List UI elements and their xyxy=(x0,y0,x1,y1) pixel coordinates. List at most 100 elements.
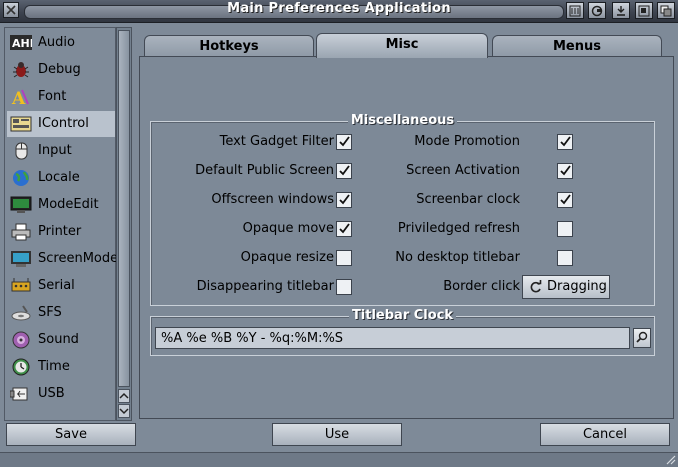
serial-icon xyxy=(11,278,31,292)
disk-icon xyxy=(11,305,31,321)
sidebar-item-time[interactable]: Time xyxy=(7,354,115,380)
clock-format-popup-button[interactable] xyxy=(633,328,651,348)
option-label: Opaque move xyxy=(242,221,334,236)
preferences-list[interactable]: AHI Audio Debug A Font IControl Input Lo… xyxy=(4,27,119,421)
option-label: Opaque resize xyxy=(240,250,334,265)
option-label: No desktop titlebar xyxy=(395,250,520,265)
checkbox-opaque-resize[interactable] xyxy=(336,250,352,266)
sidebar-item-label: Audio xyxy=(38,35,75,50)
tab-misc[interactable]: Misc xyxy=(316,33,488,58)
sidebar-item-label: ScreenMode xyxy=(38,251,119,266)
snapshot-icon xyxy=(591,5,603,17)
checkbox-offscreen-windows[interactable] xyxy=(336,192,352,208)
monitor-icon xyxy=(10,196,32,213)
sidebar-item-label: Input xyxy=(38,143,72,158)
cycle-icon xyxy=(530,280,542,293)
arrow-down-icon xyxy=(119,408,129,415)
clock-icon xyxy=(12,358,30,376)
sidebar-scrollbar[interactable] xyxy=(116,27,132,421)
checkbox-disappearing-titlebar[interactable] xyxy=(336,279,352,295)
arrow-up-icon xyxy=(119,392,129,399)
titlebar-clock-group-title: Titlebar Clock xyxy=(348,308,457,323)
sidebar-item-font[interactable]: A Font xyxy=(7,84,115,110)
sidebar-item-input[interactable]: Input xyxy=(7,138,115,164)
sidebar-item-label: Sound xyxy=(38,332,79,347)
cancel-button[interactable]: Cancel xyxy=(540,423,670,446)
save-button[interactable]: Save xyxy=(6,423,136,446)
sidebar-item-locale[interactable]: Locale xyxy=(7,165,115,191)
checkbox-text-gadget-filter[interactable] xyxy=(336,134,352,150)
screen-icon xyxy=(11,251,31,267)
printer-icon xyxy=(11,223,31,241)
icontrol-icon xyxy=(10,116,32,132)
resize-grip-icon[interactable] xyxy=(665,454,676,465)
checkbox-mode-promotion[interactable] xyxy=(557,134,573,150)
speaker-icon xyxy=(12,331,30,349)
sidebar-item-icontrol[interactable]: IControl xyxy=(7,111,115,137)
use-button[interactable]: Use xyxy=(272,423,402,446)
checkbox-opaque-move[interactable] xyxy=(336,221,352,237)
snapshot-button[interactable] xyxy=(588,2,606,19)
option-label: Screen Activation xyxy=(406,163,520,178)
clock-format-input[interactable]: %A %e %B %Y - %q:%M:%S xyxy=(155,327,630,349)
iconify-icon xyxy=(617,6,625,16)
check-icon xyxy=(339,165,350,176)
scrollbar-knob[interactable] xyxy=(118,30,130,387)
option-label: Disappearing titlebar xyxy=(196,279,334,294)
jump-icon xyxy=(569,5,581,17)
mouse-icon xyxy=(15,142,28,160)
border-click-value: Dragging xyxy=(547,279,607,294)
zoom-icon xyxy=(638,5,650,17)
sidebar-item-label: Debug xyxy=(38,62,81,77)
option-label: Screenbar clock xyxy=(416,192,520,207)
sidebar-item-label: Locale xyxy=(38,170,80,185)
check-icon xyxy=(560,194,571,205)
border-click-cycle-button[interactable]: Dragging xyxy=(522,275,610,299)
sidebar-item-label: IControl xyxy=(38,116,89,131)
window-titlebar[interactable]: Main Preferences Application xyxy=(0,0,678,23)
option-label: Text Gadget Filter xyxy=(219,134,334,149)
checkbox-priviledged-refresh[interactable] xyxy=(557,221,573,237)
checkbox-screenbar-clock[interactable] xyxy=(557,192,573,208)
sidebar-item-serial[interactable]: Serial xyxy=(7,273,115,299)
sidebar-item-label: Font xyxy=(38,89,67,104)
checkbox-default-public-screen[interactable] xyxy=(336,163,352,179)
sidebar-item-label: ModeEdit xyxy=(38,197,99,212)
checkbox-no-desktop-titlebar[interactable] xyxy=(557,250,573,266)
font-icon: A xyxy=(11,89,29,106)
option-label: Mode Promotion xyxy=(414,134,520,149)
usb-icon xyxy=(10,387,28,401)
magnifier-icon xyxy=(636,331,648,343)
depth-button[interactable] xyxy=(657,2,675,19)
sidebar-item-label: SFS xyxy=(38,305,62,320)
option-label: Default Public Screen xyxy=(195,163,334,178)
tab-hotkeys[interactable]: Hotkeys xyxy=(144,35,314,57)
tab-menus[interactable]: Menus xyxy=(492,35,662,57)
scroll-down-button[interactable] xyxy=(118,404,130,418)
check-icon xyxy=(339,136,350,147)
window-bottom-border xyxy=(0,452,678,467)
scroll-up-button[interactable] xyxy=(118,389,130,403)
sidebar-item-label: Printer xyxy=(38,224,82,239)
sidebar-item-printer[interactable]: Printer xyxy=(7,219,115,245)
jump-screen-button[interactable] xyxy=(566,2,584,19)
checkbox-screen-activation[interactable] xyxy=(557,163,573,179)
sidebar-item-sound[interactable]: Sound xyxy=(7,327,115,353)
iconify-button[interactable] xyxy=(612,2,630,19)
zoom-button[interactable] xyxy=(635,2,653,19)
globe-icon xyxy=(13,170,29,186)
sidebar-item-modeedit[interactable]: ModeEdit xyxy=(7,192,115,218)
sidebar-item-debug[interactable]: Debug xyxy=(7,57,115,83)
depth-icon xyxy=(660,5,672,17)
check-icon xyxy=(560,136,571,147)
ahi-icon: AHI xyxy=(10,35,32,50)
check-icon xyxy=(339,223,350,234)
check-icon xyxy=(339,194,350,205)
sidebar-item-audio[interactable]: AHI Audio xyxy=(7,30,115,56)
sidebar-item-sfs[interactable]: SFS xyxy=(7,300,115,326)
sidebar-item-screenmode[interactable]: ScreenMode xyxy=(7,246,119,272)
option-label: Priviledged refresh xyxy=(397,221,520,236)
sidebar-item-label: Serial xyxy=(38,278,75,293)
sidebar-item-label: USB xyxy=(38,386,65,401)
sidebar-item-usb[interactable]: USB xyxy=(7,381,115,407)
